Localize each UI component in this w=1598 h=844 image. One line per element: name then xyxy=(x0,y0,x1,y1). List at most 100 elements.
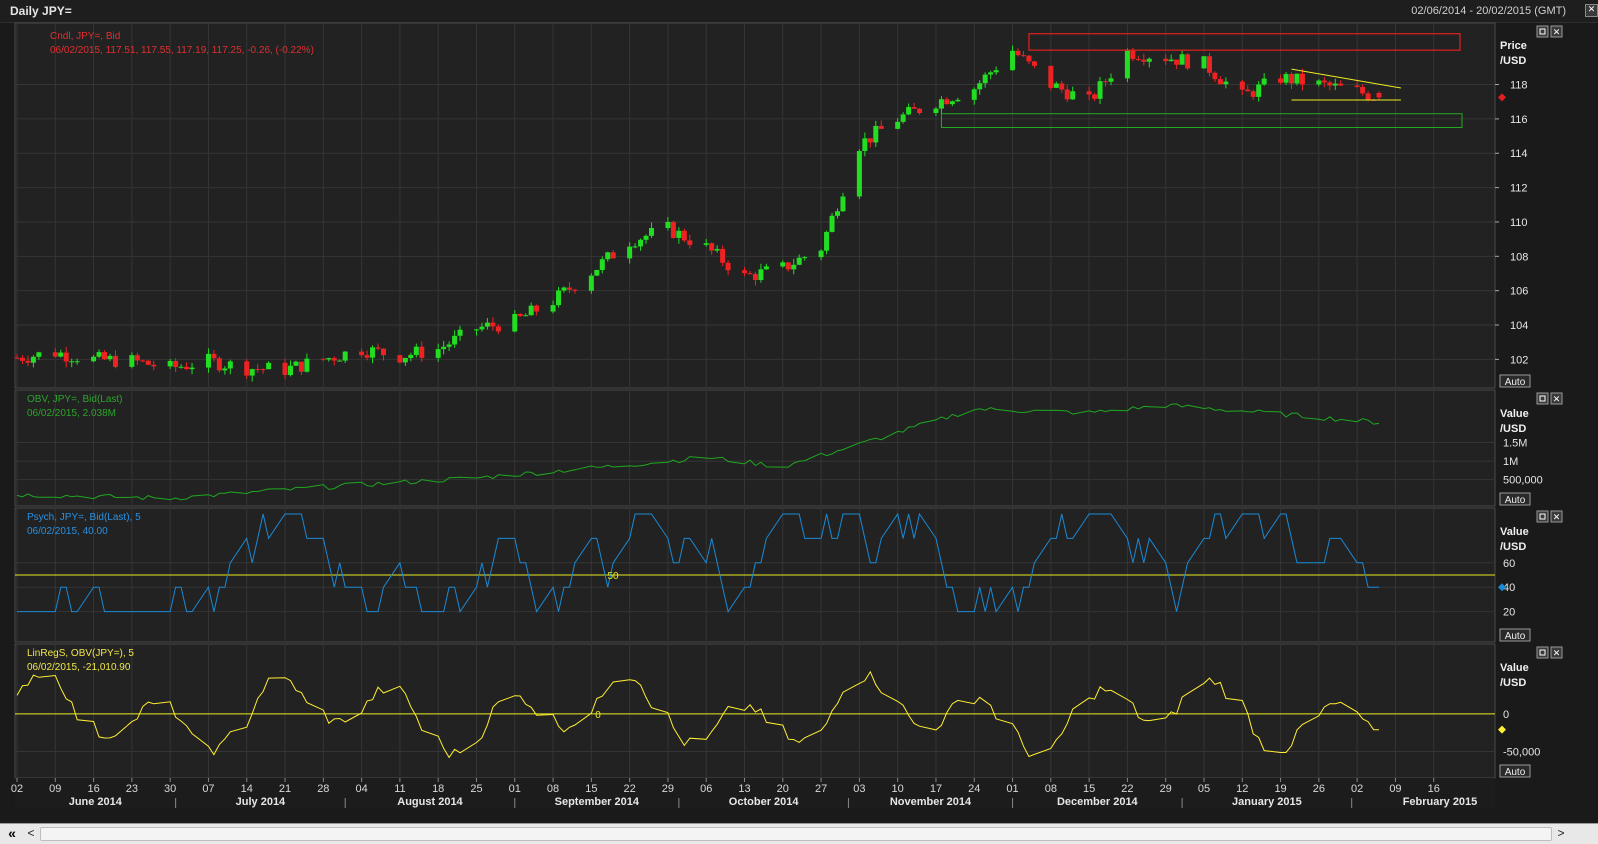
obv-legend-values: 06/02/2015, 2.038M xyxy=(27,408,116,419)
panel-obv-area xyxy=(14,389,1496,507)
psych-auto-label: Auto xyxy=(1505,631,1526,642)
candle-body xyxy=(293,361,299,366)
candle-body xyxy=(949,101,955,105)
scroll-start-button[interactable]: « xyxy=(2,825,22,841)
candle-body xyxy=(1103,81,1109,83)
candle-body xyxy=(1332,83,1338,86)
candle-body xyxy=(370,347,376,358)
x-day-label: 01 xyxy=(1006,783,1018,795)
candle-body xyxy=(867,138,873,143)
candle-body xyxy=(1278,78,1284,83)
price-auto-label: Auto xyxy=(1505,377,1526,388)
candle-body xyxy=(988,72,994,75)
candle-body xyxy=(605,252,611,260)
x-month-label: December 2014 xyxy=(1057,796,1139,808)
scroll-thumb[interactable] xyxy=(40,827,1552,841)
x-month-label: June 2014 xyxy=(69,796,123,808)
candle-body xyxy=(178,366,184,368)
candle-body xyxy=(419,346,425,358)
x-day-label: 29 xyxy=(662,783,674,795)
obv-maximize-button[interactable] xyxy=(1536,392,1549,405)
x-day-label: 25 xyxy=(470,783,482,795)
linreg-legend-title: LinRegS, OBV(JPY=), 5 xyxy=(27,648,134,659)
candle-body xyxy=(1376,92,1382,98)
time-scrollbar[interactable]: « < > xyxy=(0,823,1598,844)
x-day-label: 15 xyxy=(585,783,597,795)
candle-body xyxy=(1168,59,1174,62)
obv-axis-tick-label: 500,000 xyxy=(1503,475,1543,487)
x-day-label: 20 xyxy=(777,783,789,795)
candle-body xyxy=(134,355,140,361)
candle-body xyxy=(917,108,923,114)
candle-body xyxy=(933,108,939,114)
candle-body xyxy=(835,211,840,216)
candle-body xyxy=(331,358,337,361)
x-month-label: November 2014 xyxy=(890,796,972,808)
psych-maximize-button[interactable] xyxy=(1536,510,1549,523)
x-day-label: 27 xyxy=(815,783,827,795)
candle-body xyxy=(1354,85,1360,87)
candle-body xyxy=(260,369,266,371)
close-icon: ✕ xyxy=(1553,27,1561,37)
x-month-label: February 2015 xyxy=(1403,796,1478,808)
candle-body xyxy=(1092,94,1098,99)
candle-body xyxy=(906,107,912,115)
candle-body xyxy=(1239,81,1245,90)
candle-body xyxy=(1294,73,1300,84)
candle-body xyxy=(495,326,501,332)
candle-body xyxy=(58,352,64,357)
candle-body xyxy=(1299,73,1305,85)
candle-body xyxy=(342,351,348,361)
x-month-label: January 2015 xyxy=(1232,796,1302,808)
candle-body xyxy=(550,305,556,312)
candle-body xyxy=(52,352,58,357)
candle-body xyxy=(1026,55,1032,62)
candle-body xyxy=(446,344,452,347)
x-day-label: 05 xyxy=(1198,783,1210,795)
x-day-label: 24 xyxy=(968,783,980,795)
candle-body xyxy=(829,215,835,232)
price-axis-tick-label: 116 xyxy=(1510,114,1528,126)
x-day-label: 23 xyxy=(126,783,138,795)
candle-body xyxy=(298,361,304,372)
candle-body xyxy=(1212,72,1218,80)
chart-canvas[interactable]: 02 09 16 23 30 07 14 21 28 04 11 18 25 01 08 15 22 29 06 13… xyxy=(0,0,1598,823)
candle-body xyxy=(1217,79,1223,85)
price-axis-title: Price xyxy=(1500,40,1527,52)
candle-body xyxy=(1053,83,1059,88)
x-day-label: 26 xyxy=(1313,783,1325,795)
scroll-back-button[interactable]: < xyxy=(24,825,38,841)
price-maximize-button[interactable] xyxy=(1536,25,1549,38)
candle-body xyxy=(720,248,726,263)
price-axis-tick-label: 112 xyxy=(1510,183,1528,195)
candle-body xyxy=(742,270,748,274)
candle-body xyxy=(681,230,687,241)
candle-body xyxy=(1223,81,1229,85)
candle-body xyxy=(189,367,195,370)
x-day-label: 22 xyxy=(624,783,636,795)
linreg-maximize-button[interactable] xyxy=(1536,646,1549,659)
x-day-label: 11 xyxy=(394,783,405,795)
candle-body xyxy=(211,353,217,359)
x-day-label: 30 xyxy=(164,783,176,795)
linreg-axis-tick-label: 0 xyxy=(1503,709,1509,721)
linreg-auto-label: Auto xyxy=(1505,767,1526,778)
candle-body xyxy=(151,364,157,367)
candle-body xyxy=(216,358,222,371)
candle-body xyxy=(938,99,944,109)
x-day-label: 09 xyxy=(1389,783,1401,795)
x-day-label: 04 xyxy=(355,783,367,795)
candle-body xyxy=(173,360,179,368)
candle-body xyxy=(977,83,983,90)
candle-body xyxy=(457,329,463,336)
candle-body xyxy=(91,356,97,362)
obv-auto-label: Auto xyxy=(1505,495,1526,506)
obv-legend-title: OBV, JPY=, Bid(Last) xyxy=(27,394,123,405)
candle-body xyxy=(638,239,644,247)
x-day-label: 17 xyxy=(930,783,942,795)
candle-body xyxy=(1245,89,1251,92)
candle-body xyxy=(895,121,901,129)
candle-body xyxy=(1316,80,1322,85)
scroll-forward-button[interactable]: > xyxy=(1554,825,1568,841)
candle-body xyxy=(129,355,135,367)
